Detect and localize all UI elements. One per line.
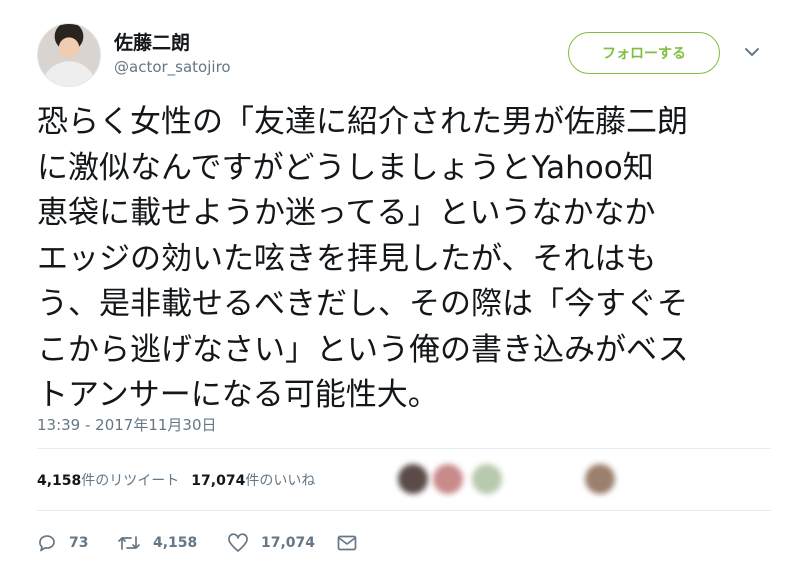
chevron-down-icon[interactable] — [744, 46, 760, 58]
author-handle[interactable]: @actor_satojiro — [114, 58, 231, 76]
heart-icon — [228, 533, 248, 552]
reply-count: 73 — [69, 535, 89, 551]
retweet-stat[interactable]: 4,158 件のリツイート — [37, 470, 179, 490]
author-display-name[interactable]: 佐藤二朗 — [114, 28, 190, 55]
like-stat[interactable]: 17,074 件のいいね — [191, 470, 315, 490]
follow-button[interactable]: フォローする — [568, 32, 720, 74]
tweet-line: に激似なんですがどうしましょうとYahoo知 — [37, 149, 654, 186]
retweet-stat-label: 件のリツイート — [81, 473, 180, 489]
retweet-count: 4,158 — [153, 535, 198, 551]
tweet-line: 恵袋に載せようか迷ってる」というなかなか — [37, 195, 656, 231]
tweet-line: う、是非載せるべきだし、その際は「今すぐそ — [37, 286, 688, 322]
envelope-icon — [337, 535, 357, 551]
retweet-action[interactable]: 4,158 — [117, 533, 227, 553]
tweet-actions: 73 4,158 17,074 — [37, 528, 369, 558]
reply-action[interactable]: 73 — [37, 533, 117, 553]
liker-avatar[interactable] — [585, 464, 615, 494]
tweet-text: 恐らく女性の「友達に紹介された男が佐藤二朗 に激似なんですがどうしましょうとYa… — [37, 100, 777, 419]
tweet-line: エッジの効いた呟きを拝見したが、それはも — [37, 240, 657, 277]
liker-avatar[interactable] — [472, 464, 502, 494]
retweet-icon — [118, 536, 140, 550]
reply-icon — [39, 535, 55, 552]
tweet-line: こから逃げなさい」という俺の書き込みがベス — [37, 331, 689, 368]
retweet-stat-count: 4,158 — [37, 473, 82, 489]
direct-message-action[interactable] — [337, 535, 369, 551]
like-stat-count: 17,074 — [191, 473, 246, 489]
like-count: 17,074 — [261, 535, 316, 551]
like-action[interactable]: 17,074 — [227, 533, 337, 553]
liker-avatar[interactable] — [398, 464, 428, 494]
divider — [37, 448, 771, 449]
tweet-line: トアンサーになる可能性大。 — [37, 377, 439, 413]
tweet-stats: 4,158 件のリツイート 17,074 件のいいね — [37, 470, 315, 490]
tweet-timestamp[interactable]: 13:39 - 2017年11月30日 — [37, 414, 217, 435]
author-avatar[interactable] — [37, 23, 101, 87]
liker-avatar[interactable] — [433, 464, 463, 494]
divider — [37, 510, 771, 511]
like-stat-label: 件のいいね — [245, 473, 316, 489]
tweet-line: 恐らく女性の「友達に紹介された男が佐藤二朗 — [37, 104, 688, 140]
